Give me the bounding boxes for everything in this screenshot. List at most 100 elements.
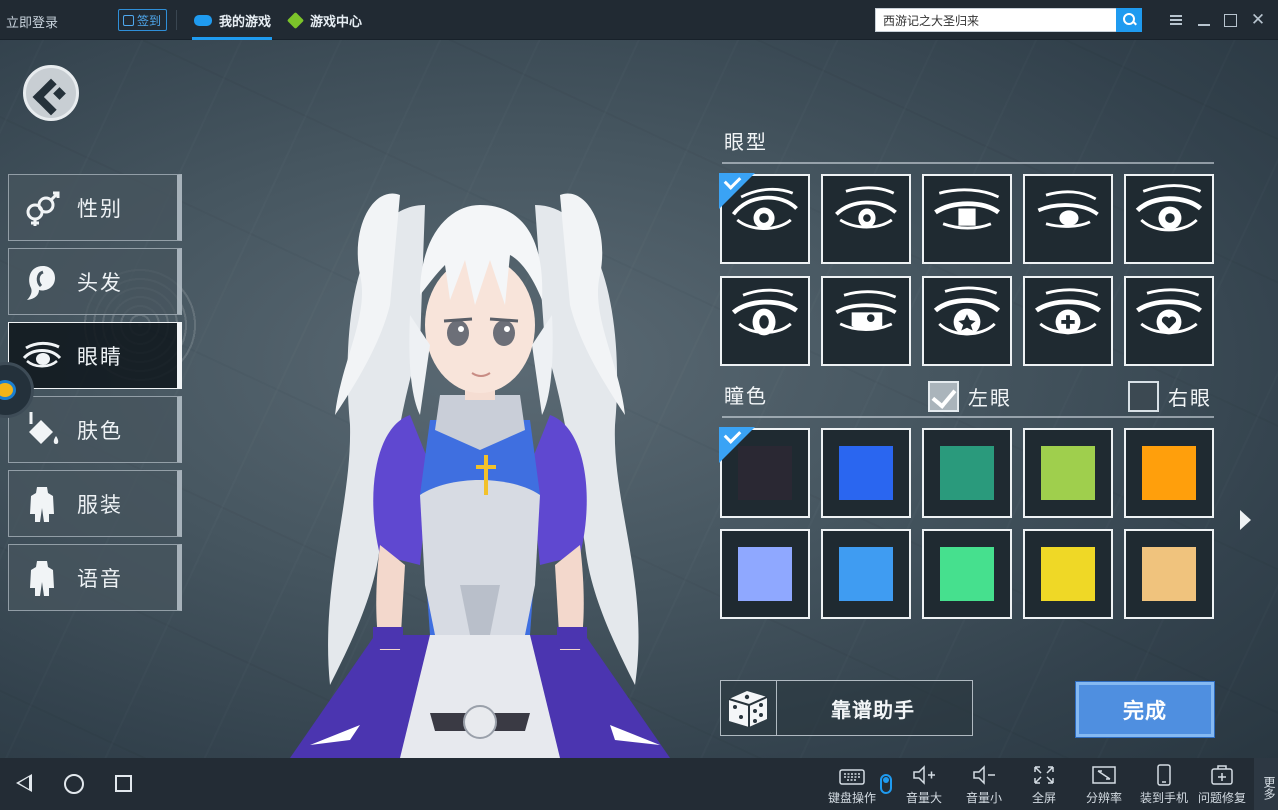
eye-shape-icon [835,290,897,332]
install-to-phone-label: 装到手机 [1139,791,1188,805]
left-eye-checkbox[interactable] [928,381,959,412]
pupil-color-option[interactable] [1023,428,1113,518]
game-viewport: 性别 头发 眼睛 肤色 服装 语音 眼型 瞳色 左眼 右眼 靠谱助手 完成 [0,40,1278,758]
pupil-color-option[interactable] [821,529,911,619]
eye-shape-icon [1136,288,1202,335]
pupil-color-option[interactable] [922,529,1012,619]
minimize-icon[interactable] [1196,12,1212,28]
eye-shape-option[interactable] [719,173,810,264]
sidebar-item-voice[interactable]: 语音 [8,544,182,611]
bottom-toolbar: 键盘操作 音量大 音量小 全屏 分辨率 装到手机 问题修复 [0,758,1278,810]
outfit-icon [21,484,63,524]
pupil-color-option[interactable] [1023,529,1113,619]
eye-shape-icon [731,187,798,230]
left-eye-label: 左眼 [968,386,1012,410]
nav-home-icon[interactable] [64,774,84,794]
color-swatch [940,446,994,500]
fullscreen-button[interactable]: 全屏 [1022,764,1066,806]
sidebar-item-eyes[interactable]: 眼睛 [8,322,182,389]
volume-down-label: 音量小 [965,791,1002,805]
sidebar-item-outfit[interactable]: 服装 [8,470,182,537]
right-eye-checkbox[interactable] [1128,381,1159,412]
eye-shape-icon [1037,190,1099,228]
done-button[interactable]: 完成 [1076,682,1214,737]
eye-shape-option[interactable] [1124,276,1214,366]
eye-shape-option[interactable] [922,174,1012,264]
eye-shape-icon [934,188,1000,230]
nav-recent-icon[interactable] [115,775,132,792]
maximize-icon[interactable] [1222,12,1238,28]
color-swatch [839,446,893,500]
eye-shape-title: 眼型 [724,130,768,154]
more-button[interactable]: 更多 [1254,758,1278,810]
eye-shape-option[interactable] [922,276,1012,366]
eye-shape-option[interactable] [1124,174,1214,264]
helper-label: 靠谱助手 [831,698,915,722]
character-model [290,193,670,758]
keyboard-icon [839,764,865,786]
helper-button[interactable]: 靠谱助手 [720,680,973,736]
color-swatch [1142,446,1196,500]
nav-back-icon[interactable] [16,774,32,792]
eye-icon [21,336,63,376]
eye-shape-option[interactable] [1023,174,1113,264]
divider [722,162,1214,164]
keyboard-button[interactable]: 键盘操作 [826,764,878,806]
volume-down-button[interactable]: 音量小 [962,764,1006,806]
menu-icon[interactable] [1168,12,1184,28]
close-icon[interactable]: ✕ [1250,12,1266,29]
volume-up-label: 音量大 [905,791,942,805]
resolution-button[interactable]: 分辨率 [1082,764,1126,806]
eye-shape-icon [1135,184,1203,232]
color-swatch [1142,547,1196,601]
dice-icon [721,681,777,735]
title-bar: 立即登录 签到 我的游戏 游戏中心 ✕ [0,0,1278,40]
fullscreen-icon [1031,764,1057,786]
eye-shape-icon [731,288,798,336]
divider [176,10,177,30]
eye-shape-option[interactable] [821,174,911,264]
pupil-color-title: 瞳色 [724,384,768,408]
pupil-color-option[interactable] [1124,428,1214,518]
volume-down-icon [971,764,997,786]
eye-shape-option[interactable] [821,276,911,366]
right-eye-label: 右眼 [1168,386,1212,410]
tab-my-games[interactable]: 我的游戏 [192,0,272,40]
search-button[interactable] [1116,8,1142,32]
pupil-color-option[interactable] [1124,529,1214,619]
sidebar-item-label: 性别 [77,196,123,221]
sidebar-item-skin[interactable]: 肤色 [8,396,182,463]
eye-shape-option[interactable] [720,276,810,366]
volume-up-icon [911,764,937,786]
next-page-arrow-icon[interactable] [1240,510,1251,530]
sidebar-item-gender[interactable]: 性别 [8,174,182,241]
sidebar-item-label: 服装 [77,492,123,517]
resolution-icon [1091,764,1117,786]
gender-icon [21,188,63,228]
pupil-color-option[interactable] [719,427,810,518]
tab-game-center[interactable]: 游戏中心 [287,0,363,40]
pupil-color-option[interactable] [821,428,911,518]
color-swatch [738,446,792,500]
voice-icon [21,558,63,598]
tab-my-games-label: 我的游戏 [219,14,272,30]
cube-icon [287,11,304,29]
sidebar-item-hair[interactable]: 头发 [8,248,182,315]
login-link[interactable]: 立即登录 [6,12,58,31]
color-swatch [738,547,792,601]
keyboard-toggle[interactable] [880,774,892,794]
search-input[interactable] [876,9,1114,31]
tab-game-center-label: 游戏中心 [310,14,363,30]
install-to-phone-button[interactable]: 装到手机 [1138,764,1190,806]
sign-in-button[interactable]: 签到 [118,9,168,31]
eye-shape-option[interactable] [1023,276,1113,366]
pupil-color-option[interactable] [720,529,810,619]
sidebar-item-label: 头发 [77,270,123,295]
pupil-color-option[interactable] [922,428,1012,518]
volume-up-button[interactable]: 音量大 [902,764,946,806]
gamepad-icon [194,14,212,26]
eye-shape-icon [1035,288,1101,335]
keyboard-label: 键盘操作 [827,791,876,805]
back-button[interactable] [23,65,79,121]
repair-button[interactable]: 问题修复 [1196,764,1248,806]
